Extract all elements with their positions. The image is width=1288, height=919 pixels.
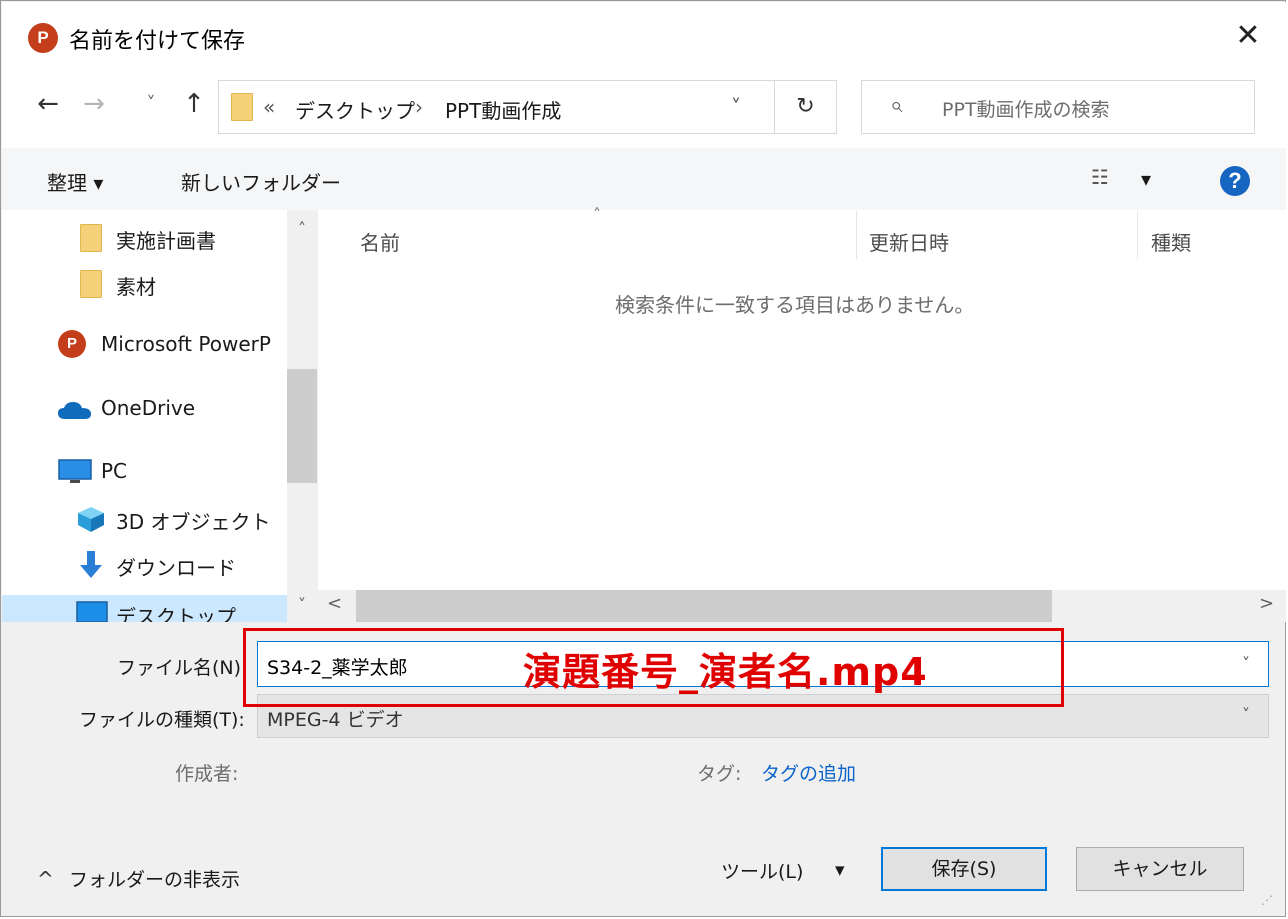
sidebar-item-label: OneDrive	[101, 396, 196, 420]
search-input[interactable]: ⌕ PPT動画作成の検索	[861, 80, 1255, 134]
filename-label: ファイル名(N):	[117, 657, 248, 679]
sidebar-item-label: 3D オブジェクト	[116, 510, 271, 534]
cube-icon	[78, 507, 104, 532]
cancel-button[interactable]: キャンセル	[1076, 847, 1244, 891]
file-list-scroll-thumb[interactable]	[356, 590, 1052, 622]
sort-ascending-icon: ˄	[593, 205, 601, 224]
author-label: 作成者:	[175, 763, 239, 785]
hide-folders-label: フォルダーの非表示	[69, 869, 241, 891]
up-folder-icon[interactable]: ↑	[177, 89, 211, 119]
address-overflow[interactable]: «	[263, 95, 275, 119]
back-icon[interactable]: ←	[31, 89, 65, 119]
sidebar-item-onedrive[interactable]: OneDrive	[2, 390, 287, 426]
empty-folder-message: 検索条件に一致する項目はありません。	[615, 293, 975, 317]
column-header-name[interactable]: 名前	[360, 227, 400, 256]
file-list[interactable]	[318, 210, 1286, 590]
tools-menu-button[interactable]: ツール(L)	[721, 857, 803, 884]
scroll-up-icon[interactable]: ˄	[287, 219, 317, 238]
scroll-left-icon[interactable]: <	[327, 593, 342, 614]
powerpoint-icon: P	[28, 23, 58, 53]
hide-folders-toggle[interactable]: ^ フォルダーの非表示	[35, 863, 295, 893]
download-icon	[80, 551, 102, 578]
cloud-icon	[58, 402, 91, 419]
filetype-label: ファイルの種類(T):	[79, 709, 245, 731]
sidebar-item-label: デスクトップ	[116, 605, 236, 622]
filename-dropdown-icon[interactable]: ˅	[1242, 654, 1250, 673]
help-icon[interactable]: ?	[1220, 166, 1250, 196]
new-folder-button[interactable]: 新しいフォルダー	[181, 167, 341, 196]
filetype-dropdown-icon[interactable]: ˅	[1242, 705, 1250, 724]
recent-locations-icon[interactable]: ˅	[139, 93, 163, 114]
sidebar-item-pc[interactable]: PC	[2, 453, 287, 489]
breadcrumb-ppt-folder[interactable]: PPT動画作成	[445, 95, 561, 124]
desktop-icon	[76, 601, 108, 622]
sidebar-item-label: PC	[101, 459, 128, 483]
view-options-icon[interactable]: ☷	[1091, 165, 1109, 189]
navigation-pane-scroll-thumb[interactable]	[287, 369, 317, 483]
search-placeholder: PPT動画作成の検索	[942, 99, 1110, 121]
column-header-modified[interactable]: 更新日時	[869, 227, 949, 256]
address-bar[interactable]: « デスクトップ › PPT動画作成 ˅	[218, 80, 775, 134]
sidebar-item-downloads[interactable]: ダウンロード	[2, 546, 287, 582]
view-dropdown-icon[interactable]: ▾	[1141, 167, 1151, 191]
forward-icon[interactable]: →	[77, 89, 111, 119]
sidebar-item-powerpoint[interactable]: P Microsoft PowerP	[2, 326, 287, 362]
monitor-icon	[58, 459, 92, 483]
save-button[interactable]: 保存(S)	[881, 847, 1047, 891]
address-dropdown-icon[interactable]: ˅	[731, 95, 741, 119]
column-header-type[interactable]: 種類	[1151, 227, 1191, 256]
breadcrumb-desktop[interactable]: デスクトップ	[295, 95, 415, 124]
sidebar-item-label: Microsoft PowerP	[101, 332, 271, 356]
column-divider[interactable]	[856, 211, 857, 259]
folder-icon	[231, 93, 253, 121]
resize-grip-icon[interactable]: ⋰	[1261, 893, 1273, 907]
folder-icon	[80, 270, 102, 298]
sidebar-item-sozai[interactable]: 素材	[2, 266, 287, 302]
scroll-down-icon[interactable]: ˅	[287, 595, 317, 614]
sidebar-item-label: ダウンロード	[116, 556, 236, 580]
scroll-right-icon[interactable]: >	[1259, 593, 1274, 614]
dialog-title: 名前を付けて保存	[69, 29, 246, 54]
navigation-pane: 実施計画書 素材 P Microsoft PowerP OneDrive PC	[2, 210, 287, 622]
sidebar-item-desktop[interactable]: デスクトップ	[2, 595, 287, 622]
tools-dropdown-icon[interactable]: ▾	[835, 859, 845, 881]
filetype-value: MPEG-4 ビデオ	[267, 709, 404, 731]
sidebar-item-3d-objects[interactable]: 3D オブジェクト	[2, 500, 287, 536]
sidebar-item-jisshi-keikakusho[interactable]: 実施計画書	[2, 220, 287, 256]
powerpoint-icon: P	[58, 330, 86, 358]
organize-button[interactable]: 整理 ▾	[47, 167, 103, 196]
folder-icon	[80, 224, 102, 252]
column-divider[interactable]	[1137, 211, 1138, 259]
chevron-up-icon: ^	[37, 867, 54, 891]
annotation-filename-format: 演題番号_演者名.mp4	[523, 650, 928, 694]
close-icon[interactable]: ✕	[1231, 19, 1265, 53]
sidebar-item-label: 素材	[116, 275, 156, 299]
refresh-icon[interactable]: ↻	[774, 80, 837, 134]
save-as-dialog: P 名前を付けて保存 ✕ ← → ˅ ↑ « デスクトップ › PPT動画作成 …	[0, 0, 1286, 917]
search-icon: ⌕	[890, 93, 903, 118]
add-tag-link[interactable]: タグの追加	[761, 759, 856, 786]
tags-label: タグ:	[697, 763, 742, 785]
sidebar-item-label: 実施計画書	[116, 229, 216, 253]
breadcrumb-separator[interactable]: ›	[415, 95, 423, 119]
